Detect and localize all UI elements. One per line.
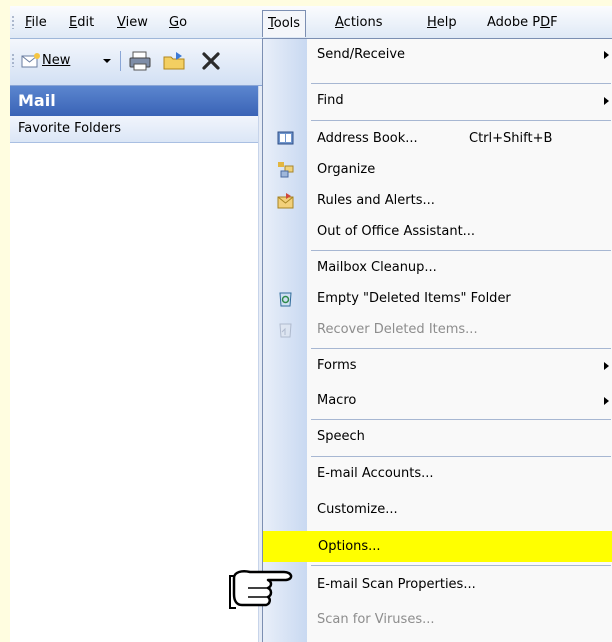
new-mail-icon — [21, 52, 40, 67]
organize-icon — [278, 162, 294, 178]
menu-item-out-of-office[interactable]: Out of Office Assistant... — [263, 216, 612, 247]
new-dropdown-button[interactable] — [102, 49, 112, 73]
menu-separator — [311, 83, 611, 84]
move-to-folder-button[interactable] — [162, 49, 188, 73]
submenu-arrow-icon — [604, 51, 609, 59]
menu-adobe-pdf[interactable]: Adobe PDF — [484, 13, 561, 33]
menu-item-label: Find — [317, 93, 344, 108]
menu-item-label: Speech — [317, 429, 365, 444]
menu-item-forms[interactable]: Forms — [263, 350, 612, 381]
nav-pane-title: Mail — [10, 86, 262, 116]
navigation-pane: Mail Favorite Folders — [10, 86, 263, 642]
menu-item-label: Rules and Alerts... — [317, 193, 435, 208]
menu-item-label: Empty "Deleted Items" Folder — [317, 291, 511, 306]
menu-item-speech[interactable]: Speech — [263, 421, 612, 452]
menu-go[interactable]: Go — [166, 13, 190, 33]
menu-item-find[interactable]: Find — [263, 85, 612, 116]
menu-separator — [311, 456, 611, 457]
menu-item-organize[interactable]: Organize — [263, 154, 612, 185]
menu-item-email-accounts[interactable]: E-mail Accounts... — [263, 458, 612, 489]
delete-x-icon — [202, 51, 220, 70]
menu-edit[interactable]: Edit — [66, 13, 97, 33]
print-button[interactable] — [128, 49, 152, 73]
delete-button[interactable] — [200, 49, 222, 73]
submenu-arrow-icon — [604, 397, 609, 405]
move-to-folder-icon — [163, 51, 185, 69]
recycle-bin-icon — [279, 292, 292, 307]
recover-icon — [279, 323, 292, 338]
menu-item-label: Address Book... — [317, 131, 418, 146]
menu-bar: File Edit View Go Tools Actions Help Ado… — [10, 6, 612, 39]
submenu-arrow-icon — [604, 97, 609, 105]
toolbar-grip-icon[interactable] — [12, 53, 14, 67]
menu-separator — [311, 348, 611, 349]
menu-file[interactable]: File — [22, 13, 50, 33]
new-button[interactable]: New — [20, 49, 70, 73]
menu-view[interactable]: View — [114, 13, 151, 33]
menu-item-rules-and-alerts[interactable]: Rules and Alerts... — [263, 185, 612, 216]
chevron-down-icon — [103, 58, 111, 63]
menu-item-recover-deleted: Recover Deleted Items... — [263, 314, 612, 345]
menu-item-send-receive[interactable]: Send/Receive — [263, 39, 612, 70]
favorite-folders-header[interactable]: Favorite Folders — [10, 116, 262, 143]
printer-icon — [129, 51, 151, 70]
tools-menu-dropdown: Send/Receive Find Address Book... Ctrl+S… — [262, 38, 612, 642]
submenu-arrow-icon — [604, 362, 609, 370]
menu-item-label: Scan for Viruses... — [317, 612, 435, 627]
menu-item-label: E-mail Scan Properties... — [317, 577, 476, 592]
menu-item-label: Forms — [317, 358, 357, 373]
menu-item-label: Macro — [317, 393, 357, 408]
menu-item-label: E-mail Accounts... — [317, 466, 434, 481]
menu-separator — [311, 120, 611, 121]
menu-item-label: Mailbox Cleanup... — [317, 260, 437, 275]
menu-item-label: Out of Office Assistant... — [317, 224, 476, 239]
menu-separator — [311, 419, 611, 420]
menu-item-mailbox-cleanup[interactable]: Mailbox Cleanup... — [263, 252, 612, 283]
rules-icon — [277, 193, 294, 209]
menu-item-customize[interactable]: Customize... — [263, 494, 612, 525]
menu-item-options[interactable]: Options... — [263, 531, 612, 562]
menu-item-label: Recover Deleted Items... — [317, 322, 478, 337]
menu-separator — [311, 250, 611, 251]
menu-item-label: Send/Receive — [317, 47, 406, 62]
menu-tools[interactable]: Tools — [262, 10, 307, 37]
menu-item-label: Customize... — [317, 502, 398, 517]
toolbar-separator — [120, 51, 121, 71]
outlook-window: File Edit View Go Tools Actions Help Ado… — [10, 6, 612, 642]
new-button-label: New — [42, 53, 71, 68]
menu-item-label: Options... — [318, 539, 381, 554]
menu-item-shortcut: Ctrl+Shift+B — [469, 131, 553, 146]
menu-item-label: Organize — [317, 162, 376, 177]
menu-item-address-book[interactable]: Address Book... Ctrl+Shift+B — [263, 123, 612, 154]
address-book-icon — [277, 131, 294, 145]
menubar-grip-icon[interactable] — [12, 15, 14, 29]
menu-actions[interactable]: Actions — [332, 13, 386, 33]
menu-item-macro[interactable]: Macro — [263, 385, 612, 416]
menu-help[interactable]: Help — [424, 13, 460, 33]
menu-separator — [311, 565, 611, 566]
hand-pointer-icon — [229, 570, 323, 609]
menu-item-empty-deleted-items[interactable]: Empty "Deleted Items" Folder — [263, 283, 612, 314]
